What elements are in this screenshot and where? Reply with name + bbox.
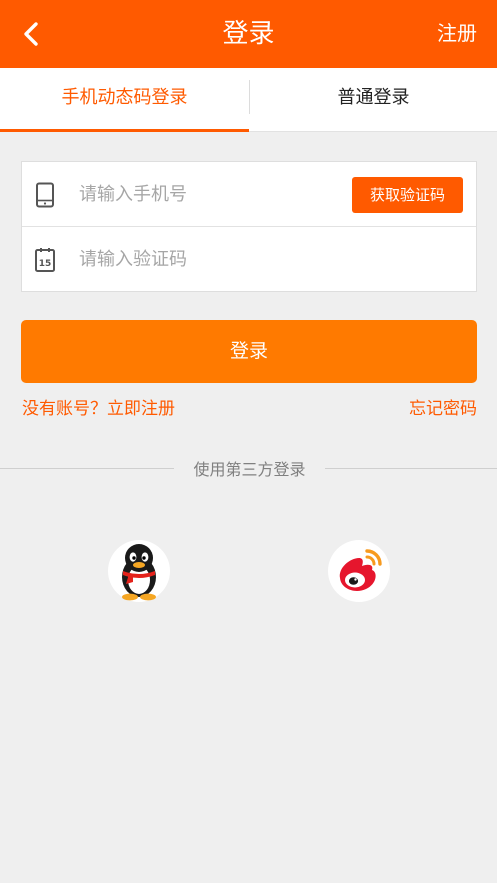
register-link[interactable]: 没有账号？立即注册 [22,394,175,419]
weibo-login-button[interactable] [326,538,392,604]
divider-left [0,468,174,469]
phone-input[interactable] [79,174,339,214]
tab-normal-login[interactable]: 普通登录 [249,68,497,132]
phone-icon [36,182,54,208]
login-form: 获取验证码 15 [21,161,477,292]
qq-login-button[interactable] [106,538,172,604]
back-button[interactable] [14,17,48,51]
forgot-password-link[interactable]: 忘记密码 [409,394,477,419]
qq-icon [108,540,170,602]
divider-right [325,468,497,469]
calendar-day-label: 15 [39,259,52,269]
login-tabs: 手机动态码登录 普通登录 [0,68,497,132]
weibo-icon [328,540,390,602]
tab-sms-login[interactable]: 手机动态码登录 [0,68,249,132]
calendar-icon: 15 [35,248,55,272]
code-row: 15 [22,227,476,291]
chevron-left-icon [24,22,38,46]
register-button[interactable]: 注册 [437,0,477,68]
phone-row: 获取验证码 [22,162,476,227]
login-button[interactable]: 登录 [21,320,477,383]
third-party-label: 使用第三方登录 [193,460,306,479]
page-title: 登录 [222,19,275,49]
code-input[interactable] [79,239,339,279]
header-bar: 登录 注册 [0,0,497,68]
get-code-button[interactable]: 获取验证码 [352,177,463,213]
